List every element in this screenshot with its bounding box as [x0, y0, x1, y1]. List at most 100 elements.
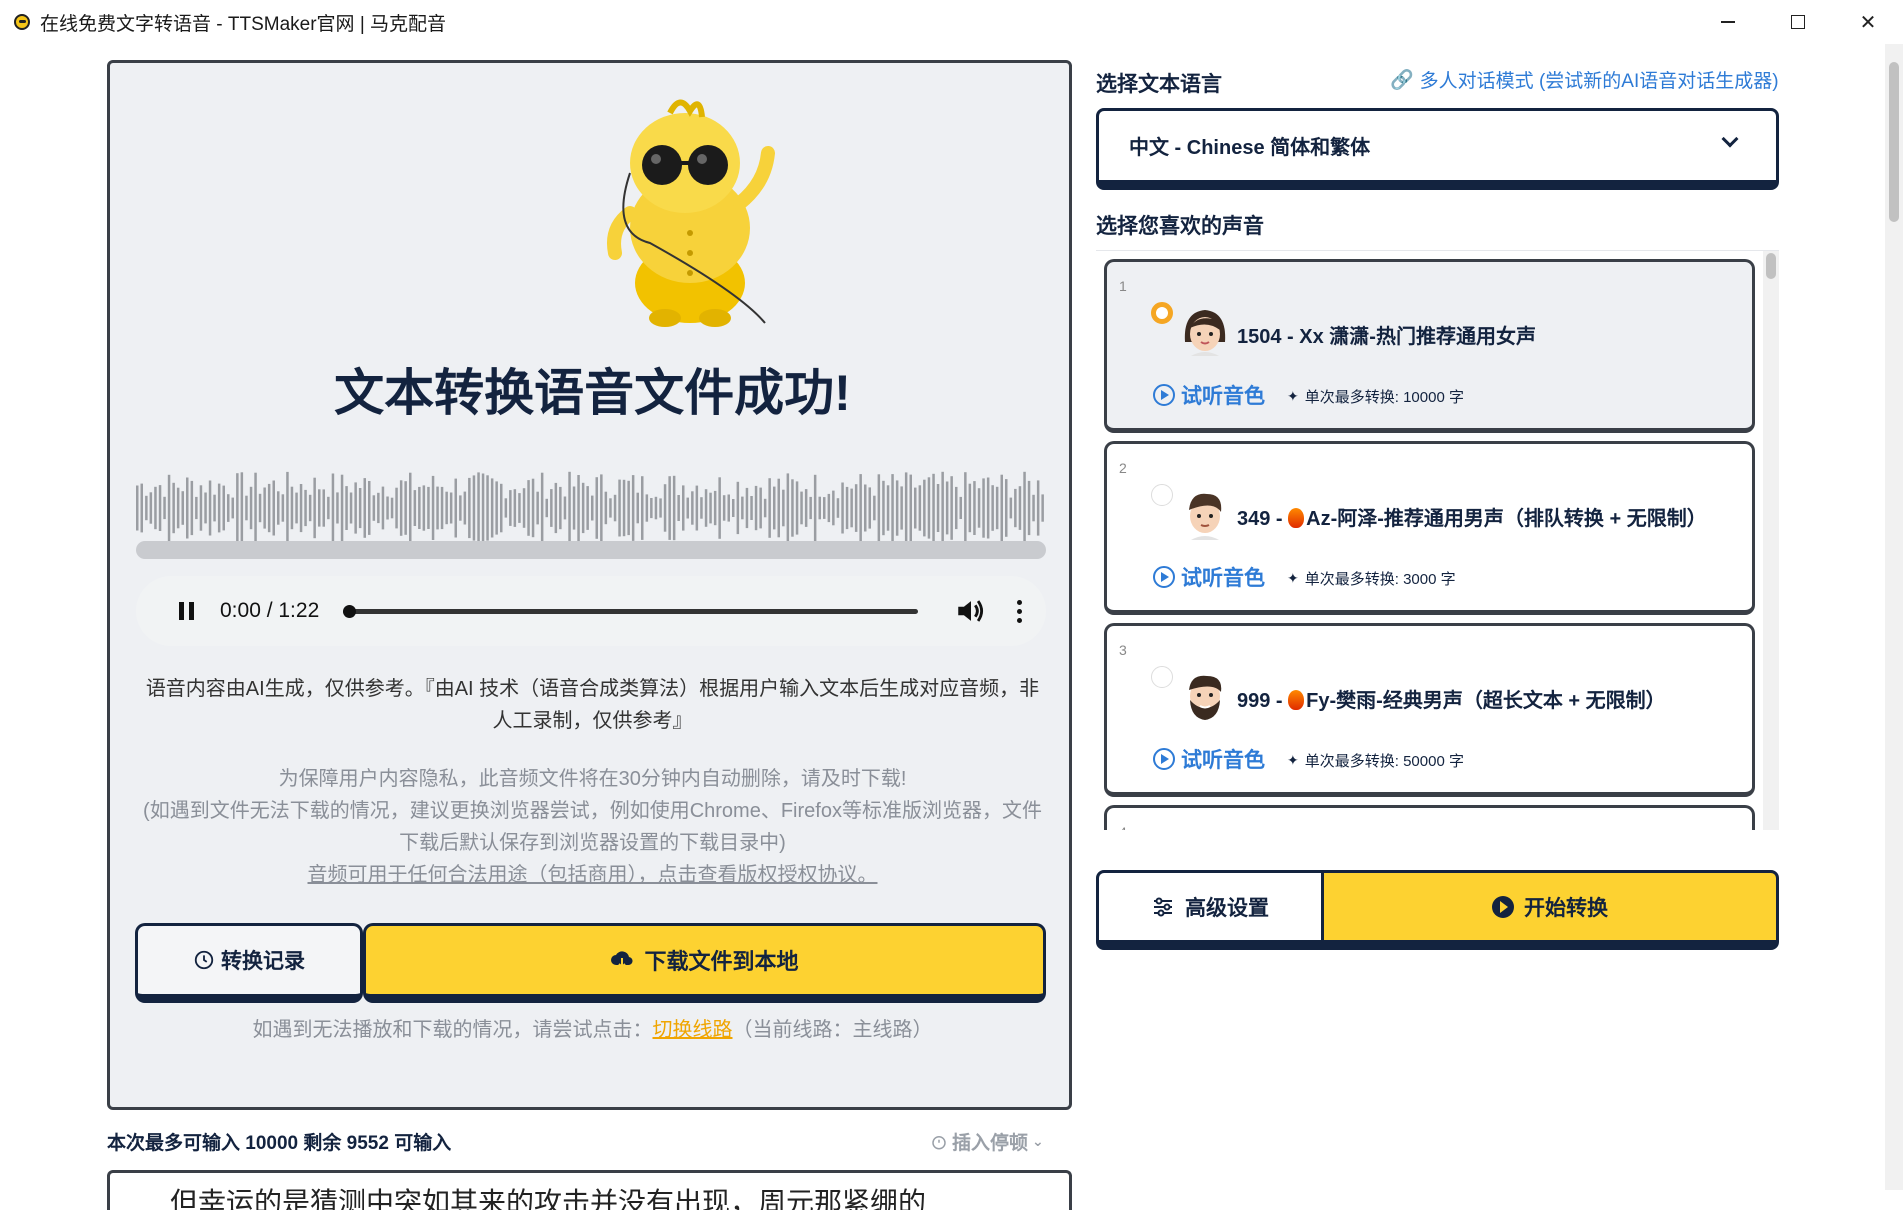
waveform-bar — [327, 496, 330, 520]
bearded-male-avatar-icon — [1189, 675, 1222, 720]
advanced-settings-button[interactable]: 高级设置 — [1096, 870, 1324, 950]
voice-card[interactable]: 1 1504 - Xx 潇潇-热门推荐通用女声 试听音色 ✦ 单次最多转换: 1… — [1104, 259, 1755, 433]
waveform-bar — [823, 497, 826, 519]
waveform-bar — [267, 483, 271, 533]
player-seek-knob[interactable] — [343, 604, 357, 618]
waveform-bar — [882, 480, 885, 536]
waveform-bar — [236, 473, 239, 543]
voice-radio[interactable] — [1151, 302, 1173, 324]
preview-voice-button[interactable]: 试听音色 — [1153, 744, 1265, 774]
waveform-bar — [709, 492, 712, 524]
history-button-label: 转换记录 — [221, 950, 305, 973]
waveform-bar — [563, 496, 567, 520]
waveform-bar — [1000, 474, 1003, 542]
preview-label: 试听音色 — [1181, 749, 1265, 772]
switch-route-link[interactable]: 切换线路 — [653, 1019, 733, 1041]
waveform-bar — [404, 481, 407, 535]
waveform-bar — [199, 485, 203, 531]
waveform-bar — [986, 477, 990, 539]
waveform-bar — [732, 499, 735, 517]
voice-radio[interactable] — [1151, 666, 1173, 688]
voice-name-prefix: 999 - — [1237, 690, 1289, 712]
page-scrollbar[interactable] — [1885, 44, 1903, 1190]
history-button[interactable]: 转换记录 — [135, 923, 363, 1003]
waveform-bar — [722, 495, 726, 521]
start-convert-button[interactable]: 开始转换 — [1324, 870, 1779, 950]
window-controls: ✕ — [1693, 0, 1903, 44]
waveform-bar — [841, 482, 844, 534]
waveform-bar — [859, 474, 862, 542]
language-select[interactable]: 中文 - Chinese 简体和繁体 — [1096, 108, 1779, 190]
waveform-bar — [636, 492, 639, 524]
language-select-value: 中文 - Chinese 简体和繁体 — [1129, 137, 1371, 159]
waveform-bar — [609, 498, 612, 518]
waveform-bar — [886, 485, 890, 531]
voice-name-text: Az-阿泽-推荐通用男声（排队转换 + 无限制） — [1306, 508, 1707, 530]
waveform-bar — [295, 492, 298, 524]
waveform-bar — [704, 489, 708, 527]
voice-card[interactable]: 3 999 - Fy-樊雨-经典男声（超长文本 + 无限制） 试听音色 ✦ 单次… — [1104, 623, 1755, 797]
voice-list-scrollbar[interactable] — [1763, 251, 1779, 830]
waveform-bar — [290, 486, 294, 530]
waveform-bar — [686, 497, 689, 519]
voice-list[interactable]: 1 1504 - Xx 潇潇-热门推荐通用女声 试听音色 ✦ 单次最多转换: 1… — [1096, 250, 1779, 830]
max-chars-text: 单次最多转换: 50000 字 — [1304, 753, 1464, 770]
sliders-icon — [1154, 897, 1172, 916]
player-seek-bar[interactable] — [343, 604, 919, 618]
waveform-bar — [299, 484, 303, 533]
pause-icon[interactable] — [166, 591, 206, 631]
waveform-bar — [349, 492, 353, 524]
waveform-bar — [591, 495, 594, 521]
minimize-button[interactable] — [1693, 0, 1763, 44]
input-counter: 本次最多可输入 10000 剩余 9552 可输入 — [107, 1133, 452, 1154]
preview-voice-button[interactable]: 试听音色 — [1153, 562, 1265, 592]
voice-name: 349 - Az-阿泽-推荐通用男声（排队转换 + 无限制） — [1237, 502, 1707, 531]
insert-pause-button[interactable]: 插入停顿 ⌄ — [930, 1128, 1044, 1155]
success-title: 文本转换语音文件成功! — [334, 365, 851, 421]
fire-icon — [1288, 690, 1305, 710]
waveform-bar — [409, 472, 412, 544]
waveform-bar — [340, 474, 344, 542]
voice-number: 2 — [1119, 460, 1127, 476]
voice-radio[interactable] — [1151, 484, 1173, 506]
max-chars-text: 单次最多转换: 10000 字 — [1304, 389, 1464, 406]
multi-dialog-link[interactable]: 🔗 多人对话模式 (尝试新的AI语音对话生成器) — [1390, 66, 1779, 93]
waveform-bar — [172, 482, 175, 534]
volume-icon[interactable] — [954, 594, 988, 628]
page-scrollbar-thumb[interactable] — [1889, 62, 1899, 222]
waveform-bar — [836, 498, 840, 518]
waveform-bar — [422, 485, 426, 531]
voice-card[interactable]: 2 349 - Az-阿泽-推荐通用男声（排队转换 + 无限制） 试听音色 ✦ … — [1104, 441, 1755, 615]
waveform-bar — [809, 496, 812, 520]
waveform-bar — [832, 490, 835, 526]
maximize-button[interactable] — [1763, 0, 1833, 44]
waveform-bar — [691, 491, 694, 525]
audio-progress-bar[interactable] — [136, 541, 1046, 559]
text-input-area[interactable]: 但幸运的是猜测中突如其来的攻击并没有出现，周元那紧绷的 — [107, 1170, 1072, 1210]
close-button[interactable]: ✕ — [1833, 0, 1903, 44]
voice-list-scrollbar-thumb[interactable] — [1766, 253, 1776, 279]
voice-name-text: Fy-樊雨-经典男声（超长文本 + 无限制） — [1306, 690, 1666, 712]
language-label: 选择文本语言 — [1096, 73, 1222, 96]
play-circle-icon — [1153, 566, 1175, 588]
more-options-icon[interactable] — [1002, 594, 1036, 628]
waveform-bar — [504, 498, 508, 518]
max-chars-text: 单次最多转换: 3000 字 — [1304, 571, 1456, 588]
preview-voice-button[interactable]: 试听音色 — [1153, 380, 1265, 410]
waveform-bar — [277, 491, 280, 525]
waveform-bar — [864, 484, 867, 532]
voice-name: 999 - Fy-樊雨-经典男声（超长文本 + 无限制） — [1237, 684, 1666, 713]
result-card: 文本转换语音文件成功! 0:00 / 1:22 语音内容由AI生成，仅供参考。『… — [107, 60, 1072, 1110]
license-link[interactable]: 音频可用于任何合法用途（包括商用），点击查看版权授权协议。 — [140, 859, 1045, 891]
chevron-down-icon — [1721, 130, 1739, 148]
waveform-bar — [454, 478, 457, 538]
waveform-bar — [668, 476, 671, 540]
maximize-icon — [1791, 15, 1805, 29]
waveform-bar — [513, 489, 517, 527]
waveform-bar — [254, 472, 257, 544]
waveform-bar — [845, 486, 849, 530]
voice-card[interactable]: 4 — [1104, 805, 1755, 830]
waveform-bar — [231, 497, 234, 519]
waveform-bar — [982, 478, 985, 538]
download-button[interactable]: 下载文件到本地 — [363, 923, 1046, 1003]
